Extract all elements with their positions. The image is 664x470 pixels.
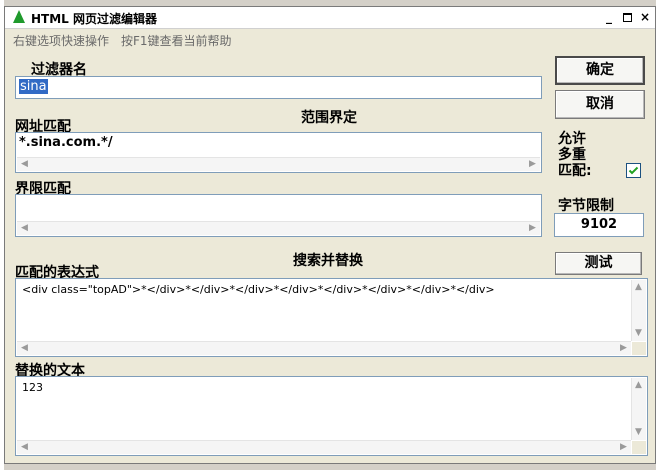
pattern-value: <div class="topAD">*</div>*</div>*</div>…: [22, 283, 495, 296]
scroll-right-icon[interactable]: ▶: [617, 342, 630, 355]
byte-limit-label: 字节限制: [558, 198, 614, 214]
url-match-hscroll[interactable]: ◀ ▶: [17, 157, 540, 171]
pattern-vscroll[interactable]: ▲ ▼: [631, 280, 646, 341]
replacement-textarea[interactable]: 123 ▲ ▼ ◀ ▶: [15, 376, 648, 456]
scroll-corner: [632, 342, 646, 355]
replacement-hscroll[interactable]: ◀ ▶: [17, 440, 631, 454]
byte-limit-input[interactable]: 9102: [554, 213, 644, 237]
scroll-right-icon[interactable]: ▶: [617, 441, 630, 454]
pattern-textarea[interactable]: <div class="topAD">*</div>*</div>*</div>…: [15, 278, 648, 357]
search-replace-heading: 搜索并替换: [293, 253, 363, 269]
background-desktop-right: [656, 0, 664, 470]
cancel-button[interactable]: 取消: [555, 90, 645, 119]
test-button[interactable]: 测试: [555, 252, 642, 275]
scroll-down-icon[interactable]: ▼: [632, 327, 645, 340]
replacement-value: 123: [22, 381, 43, 394]
replacement-vscroll[interactable]: ▲ ▼: [631, 378, 646, 440]
scroll-corner: [632, 441, 646, 454]
filter-name-input[interactable]: sina: [15, 76, 542, 99]
url-match-input[interactable]: *.sina.com.*/ ◀ ▶: [15, 132, 542, 173]
scroll-left-icon[interactable]: ◀: [18, 158, 31, 171]
filter-editor-window: HTML 网页过滤编辑器 _ × 右键选项快速操作 按F1键查看当前帮助 过滤器…: [4, 6, 656, 464]
scroll-right-icon[interactable]: ▶: [526, 222, 539, 235]
scroll-up-icon[interactable]: ▲: [632, 379, 645, 392]
hint-right-click: 右键选项快速操作: [13, 34, 110, 48]
checkmark-icon: [628, 166, 639, 175]
title-bar[interactable]: HTML 网页过滤编辑器 _ ×: [5, 7, 655, 29]
scroll-left-icon[interactable]: ◀: [18, 342, 31, 355]
scroll-up-icon[interactable]: ▲: [632, 281, 645, 294]
minimize-button[interactable]: _: [601, 9, 617, 25]
scope-heading: 范围界定: [301, 110, 357, 126]
pattern-hscroll[interactable]: ◀ ▶: [17, 341, 631, 355]
scroll-right-icon[interactable]: ▶: [526, 158, 539, 171]
green-triangle-icon: [13, 10, 25, 23]
maximize-button[interactable]: [619, 9, 635, 25]
close-button[interactable]: ×: [637, 9, 653, 25]
allow-multiple-label-2: 多重: [558, 147, 586, 163]
scroll-left-icon[interactable]: ◀: [18, 441, 31, 454]
allow-multiple-label-3: 匹配:: [558, 163, 592, 179]
allow-multiple-checkbox[interactable]: [626, 163, 641, 178]
url-match-value: *.sina.com.*/: [19, 135, 113, 150]
ok-button[interactable]: 确定: [555, 56, 645, 85]
boundary-match-hscroll[interactable]: ◀ ▶: [17, 221, 540, 235]
window-title: HTML 网页过滤编辑器: [31, 12, 157, 26]
filter-name-value: sina: [19, 79, 48, 94]
scroll-down-icon[interactable]: ▼: [632, 426, 645, 439]
allow-multiple-label-1: 允许: [558, 131, 586, 147]
scroll-left-icon[interactable]: ◀: [18, 222, 31, 235]
boundary-match-input[interactable]: ◀ ▶: [15, 194, 542, 237]
hint-f1-help: 按F1键查看当前帮助: [121, 34, 232, 48]
